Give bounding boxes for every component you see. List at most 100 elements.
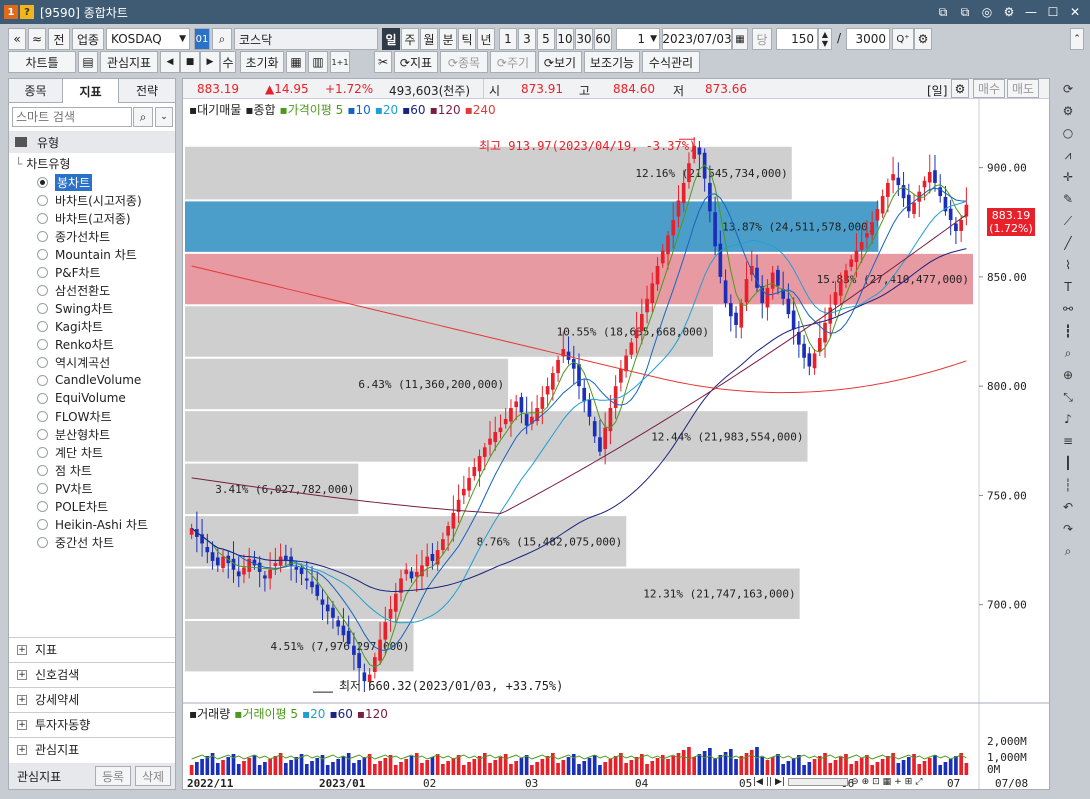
smart-search-input[interactable] — [12, 107, 132, 127]
interval-30-button[interactable]: 30 — [575, 28, 593, 50]
radio-icon[interactable] — [37, 500, 48, 512]
chart-type-candle[interactable]: 봉차트 — [9, 173, 175, 191]
radio-icon[interactable] — [37, 338, 48, 350]
expand-icon[interactable]: + — [17, 669, 27, 680]
zoom-in-icon[interactable]: ⊕ — [862, 777, 870, 787]
chart-panel[interactable]: 883.19 ▲14.95 +1.72% 493,603(천주) 시 873.9… — [182, 78, 1050, 790]
gear-icon[interactable]: ⚙ — [951, 79, 969, 98]
radio-icon[interactable] — [37, 428, 48, 440]
bar-tool-icon[interactable]: ┇ — [1057, 320, 1079, 342]
redo-icon[interactable]: ↷ — [1057, 518, 1079, 540]
buy-button[interactable]: 매수 — [973, 79, 1005, 98]
su-button[interactable]: 수 — [220, 51, 236, 73]
up-button[interactable]: ≈ — [28, 28, 46, 50]
radio-icon[interactable] — [37, 212, 48, 224]
reset-button[interactable]: 초기화 — [240, 51, 284, 73]
sell-button[interactable]: 매도 — [1007, 79, 1039, 98]
grid-icon[interactable]: ▦ — [883, 777, 892, 787]
radio-icon[interactable] — [37, 194, 48, 206]
capture-icon[interactable]: ◎ — [978, 3, 996, 21]
chart-type-step[interactable]: 계단 차트 — [9, 443, 175, 461]
radio-icon[interactable] — [37, 446, 48, 458]
stepper-up-icon[interactable]: ▲ — [822, 30, 828, 39]
radio-icon[interactable] — [37, 176, 48, 188]
expand-icon[interactable]: ⤢ — [915, 777, 922, 787]
chart-type-midline[interactable]: 중간선 차트 — [9, 533, 175, 551]
radio-icon[interactable] — [37, 320, 48, 332]
radio-icon[interactable] — [37, 536, 48, 548]
copy-window-icon[interactable]: ⧉ — [956, 3, 974, 21]
save-icon[interactable]: ▤ — [78, 51, 98, 73]
group-strength[interactable]: + 강세약세 — [9, 687, 175, 711]
play-icon[interactable]: ▶ — [200, 51, 220, 73]
radio-icon[interactable] — [37, 248, 48, 260]
interval-count-input[interactable]: 1 ▼ — [616, 28, 660, 50]
collapse-toolbar-icon[interactable]: ⌃ — [1070, 28, 1084, 50]
chart-type-kagi[interactable]: Kagi차트 — [9, 317, 175, 335]
bell-icon[interactable]: ♪ — [1057, 408, 1079, 430]
chart-type-scatter[interactable]: 분산형차트 — [9, 425, 175, 443]
chart-type-heikin-ashi[interactable]: Heikin-Ashi 차트 — [9, 515, 175, 533]
aux-function-button[interactable]: 보조기능 — [584, 51, 640, 73]
group-signal-search[interactable]: + 신호검색 — [9, 662, 175, 686]
ruler-tool-icon[interactable]: ⟋ — [1057, 210, 1079, 232]
period-month-tab[interactable]: 월 — [420, 28, 438, 50]
group-indicator[interactable]: + 지표 — [9, 637, 175, 661]
group-fav-indicator[interactable]: + 관심지표 — [9, 737, 175, 761]
scroll-first-icon[interactable]: |◀ — [753, 777, 763, 787]
chevron-double-down-icon[interactable]: ⌄ — [155, 107, 173, 127]
interval-10-button[interactable]: 10 — [556, 28, 574, 50]
fibo-tool-icon[interactable]: ┆ — [1057, 474, 1079, 496]
pen-tool-icon[interactable]: ✎ — [1057, 188, 1079, 210]
tree-subgroup[interactable]: └ 차트유형 — [15, 155, 70, 172]
chart-type-line[interactable]: 종가선차트 — [9, 227, 175, 245]
radio-icon[interactable] — [37, 482, 48, 494]
chart-type-renko[interactable]: Renko차트 — [9, 335, 175, 353]
group-investor-trend[interactable]: + 투자자동향 — [9, 712, 175, 736]
bar-count-input[interactable]: 150 — [776, 28, 818, 50]
chart-type-pv[interactable]: PV차트 — [9, 479, 175, 497]
cross-tool-icon[interactable]: ✛ — [1057, 166, 1079, 188]
chart-type-mountain[interactable]: Mountain 차트 — [9, 245, 175, 263]
vertical-lines-icon[interactable]: ┃ — [1057, 452, 1079, 474]
chart-type-equivolume[interactable]: EquiVolume — [9, 389, 175, 407]
table-icon[interactable]: ⊞ — [905, 777, 913, 787]
period-week-tab[interactable]: 주 — [401, 28, 419, 50]
stock-name-field[interactable]: 코스닥 — [234, 28, 378, 50]
formula-manage-button[interactable]: 수식관리 — [642, 51, 700, 73]
bar-count-stepper[interactable]: ▲ ▼ — [818, 28, 832, 50]
settings-icon[interactable]: ⚙ — [1057, 100, 1079, 122]
scrollbar[interactable] — [788, 778, 849, 786]
scale-tool-icon[interactable]: ⤡ — [1057, 386, 1079, 408]
split-layout-icon[interactable]: ▥ — [308, 51, 328, 73]
radio-icon[interactable] — [37, 410, 48, 422]
interval-1-button[interactable]: 1 — [499, 28, 517, 50]
scroll-last-icon[interactable]: ▶| — [775, 777, 785, 787]
chart-type-flow[interactable]: FLOW차트 — [9, 407, 175, 425]
maximize-button[interactable]: ☐ — [1044, 3, 1062, 21]
tab-stock[interactable]: 종목 — [9, 79, 63, 103]
help-icon[interactable]: ? — [20, 5, 34, 19]
delete-button[interactable]: 삭제 — [135, 766, 171, 786]
zoom-in-icon[interactable]: Q⁺ — [892, 28, 914, 50]
stop-icon[interactable]: ■ — [180, 51, 200, 73]
fav-indicator-button[interactable]: 관심지표 — [100, 51, 158, 73]
sector-button[interactable]: 업종 — [72, 28, 104, 50]
link-window-icon[interactable]: ⧉ — [934, 3, 952, 21]
settings-icon[interactable]: ⚙ — [1000, 3, 1018, 21]
search-icon[interactable]: ⌕ — [133, 107, 153, 127]
price-chart-svg[interactable]: 12.16% (21,545,734,000) 13.87% (24,511,57… — [183, 99, 1049, 789]
tab-indicator[interactable]: 지표 — [63, 79, 119, 103]
calendar-icon[interactable]: ▦ — [732, 28, 748, 50]
period-day-tab[interactable]: 일 — [382, 28, 400, 50]
radio-icon[interactable] — [37, 464, 48, 476]
minimize-button[interactable]: — — [1022, 3, 1040, 21]
chart-type-dot[interactable]: 점 차트 — [9, 461, 175, 479]
chart-type-bar-hlc[interactable]: 바차트(고저종) — [9, 209, 175, 227]
stock-toggle-button[interactable]: ⟳종목 — [440, 51, 488, 73]
search-icon[interactable]: ⌕ — [1057, 540, 1079, 562]
refresh-icon[interactable]: ⟳ — [1057, 78, 1079, 100]
radio-icon[interactable] — [37, 356, 48, 368]
parallel-tool-icon[interactable]: ≡ — [1057, 430, 1079, 452]
link-tool-icon[interactable]: ⚯ — [1057, 298, 1079, 320]
